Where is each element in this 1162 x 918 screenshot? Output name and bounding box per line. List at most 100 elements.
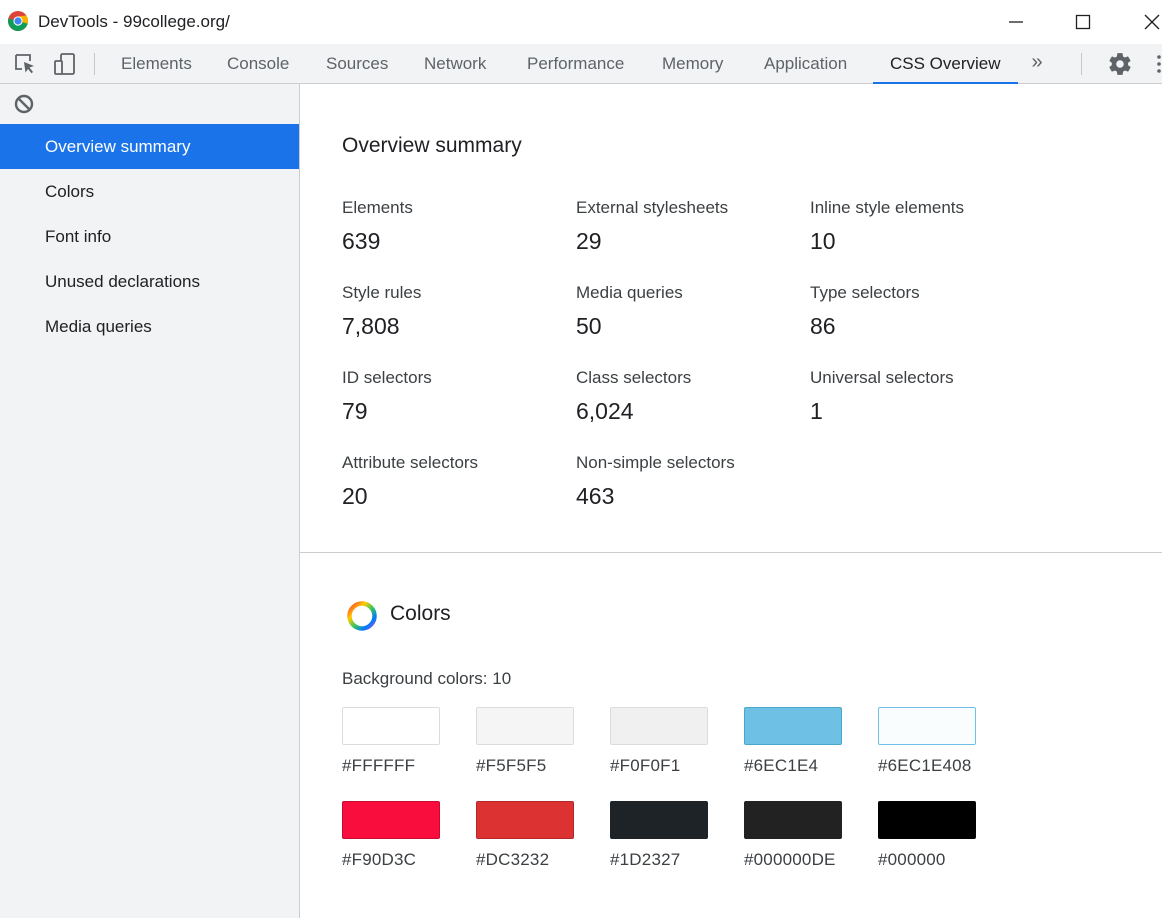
stat-value: 10 bbox=[810, 228, 836, 254]
tab-application[interactable]: Application bbox=[750, 44, 861, 83]
color-swatch-item: #FFFFFF bbox=[342, 707, 452, 776]
more-tabs-button[interactable]: » bbox=[1024, 44, 1050, 83]
stat-label: Non-simple selectors bbox=[576, 453, 735, 472]
maximize-button[interactable] bbox=[1069, 8, 1097, 36]
color-swatch[interactable] bbox=[610, 707, 708, 745]
color-swatch[interactable] bbox=[476, 707, 574, 745]
close-button[interactable] bbox=[1138, 8, 1162, 36]
window-title: DevTools - 99college.org/ bbox=[38, 12, 230, 31]
toolbar-divider bbox=[1081, 53, 1082, 75]
device-toolbar-icon bbox=[54, 53, 75, 75]
color-swatch-item: #1D2327 bbox=[610, 801, 720, 870]
stat-label: Type selectors bbox=[810, 283, 920, 302]
stat-value: 79 bbox=[342, 398, 368, 424]
stat-value: 6,024 bbox=[576, 398, 634, 424]
inspect-element-button[interactable] bbox=[12, 52, 38, 76]
color-swatch-item: #6EC1E408 bbox=[878, 707, 988, 776]
stat-label: Attribute selectors bbox=[342, 453, 479, 472]
title-bar: DevTools - 99college.org/ bbox=[0, 0, 1162, 44]
stat-value: 639 bbox=[342, 228, 381, 254]
stat-label: Elements bbox=[342, 198, 413, 217]
color-swatch[interactable] bbox=[342, 801, 440, 839]
stat-label: Inline style elements bbox=[810, 198, 965, 217]
color-swatch[interactable] bbox=[744, 707, 842, 745]
color-swatch-item: #F0F0F1 bbox=[610, 707, 720, 776]
stat-label: Universal selectors bbox=[810, 368, 954, 387]
stat-elements: Elements 639 bbox=[342, 197, 572, 255]
tab-console[interactable]: Console bbox=[213, 44, 303, 83]
color-swatch-item: #F90D3C bbox=[342, 801, 452, 870]
section-divider bbox=[300, 552, 1162, 553]
tab-elements[interactable]: Elements bbox=[107, 44, 206, 83]
color-swatch[interactable] bbox=[342, 707, 440, 745]
stat-inline-style-elements: Inline style elements 10 bbox=[810, 197, 1040, 255]
tab-sources[interactable]: Sources bbox=[312, 44, 402, 83]
colors-title: Colors bbox=[390, 602, 451, 625]
stat-style-rules: Style rules 7,808 bbox=[342, 282, 572, 340]
color-swatch-item: #000000DE bbox=[744, 801, 854, 870]
toolbar-divider bbox=[94, 53, 95, 75]
tab-network[interactable]: Network bbox=[410, 44, 500, 83]
stat-class-selectors: Class selectors 6,024 bbox=[576, 367, 806, 425]
color-swatch-label: #DC3232 bbox=[476, 850, 550, 869]
stat-value: 50 bbox=[576, 313, 602, 339]
color-swatch[interactable] bbox=[744, 801, 842, 839]
stat-type-selectors: Type selectors 86 bbox=[810, 282, 1040, 340]
stat-value: 1 bbox=[810, 398, 823, 424]
maximize-icon bbox=[1075, 14, 1091, 30]
color-swatch-item: #DC3232 bbox=[476, 801, 586, 870]
color-swatch[interactable] bbox=[610, 801, 708, 839]
stat-label: External stylesheets bbox=[576, 198, 729, 217]
tab-memory[interactable]: Memory bbox=[648, 44, 737, 83]
element-picker-icon bbox=[15, 54, 34, 74]
device-toolbar-button[interactable] bbox=[52, 52, 78, 76]
block-icon[interactable] bbox=[13, 93, 35, 115]
stat-label: Style rules bbox=[342, 283, 422, 302]
sidebar-item-unused-declarations[interactable]: Unused declarations bbox=[0, 259, 299, 304]
color-swatch[interactable] bbox=[476, 801, 574, 839]
color-wheel-icon bbox=[347, 601, 377, 631]
color-swatch-label: #000000 bbox=[878, 850, 946, 869]
stat-value: 20 bbox=[342, 483, 368, 509]
color-swatch-label: #000000DE bbox=[744, 850, 836, 869]
stat-label: Class selectors bbox=[576, 368, 692, 387]
stat-media-queries: Media queries 50 bbox=[576, 282, 806, 340]
sidebar-item-font-info[interactable]: Font info bbox=[0, 214, 299, 259]
color-swatch-item: #000000 bbox=[878, 801, 988, 870]
minimize-icon bbox=[1009, 21, 1023, 23]
color-swatch-label: #FFFFFF bbox=[342, 756, 416, 775]
chrome-logo-icon bbox=[8, 11, 29, 31]
gear-icon[interactable] bbox=[1107, 51, 1133, 77]
sidebar-item-overview-summary[interactable]: Overview summary bbox=[0, 124, 299, 169]
stat-non-simple-selectors: Non-simple selectors 463 bbox=[576, 452, 806, 510]
sidebar-item-colors[interactable]: Colors bbox=[0, 169, 299, 214]
tab-css-overview[interactable]: CSS Overview bbox=[873, 44, 1018, 84]
sidebar: Overview summary Colors Font info Unused… bbox=[0, 84, 300, 918]
color-swatch-label: #6EC1E408 bbox=[878, 756, 972, 775]
stat-universal-selectors: Universal selectors 1 bbox=[810, 367, 1040, 425]
kebab-menu-icon[interactable] bbox=[1155, 52, 1162, 76]
stat-label: Media queries bbox=[576, 283, 683, 302]
color-swatch-label: #F90D3C bbox=[342, 850, 417, 869]
overview-title: Overview summary bbox=[342, 134, 522, 157]
stat-value: 7,808 bbox=[342, 313, 400, 339]
color-swatch-item: #F5F5F5 bbox=[476, 707, 586, 776]
minimize-button[interactable] bbox=[1002, 8, 1030, 36]
color-swatch-label: #6EC1E4 bbox=[744, 756, 819, 775]
color-swatch[interactable] bbox=[878, 707, 976, 745]
color-swatch-label: #1D2327 bbox=[610, 850, 681, 869]
color-swatch[interactable] bbox=[878, 801, 976, 839]
sidebar-item-media-queries[interactable]: Media queries bbox=[0, 304, 299, 349]
color-swatch-label: #F0F0F1 bbox=[610, 756, 681, 775]
color-swatch-label: #F5F5F5 bbox=[476, 756, 547, 775]
stat-value: 463 bbox=[576, 483, 615, 509]
background-colors-label: Background colors: 10 bbox=[342, 669, 512, 688]
devtools-toolbar: Elements Console Sources Network Perform… bbox=[0, 44, 1162, 84]
color-swatch-item: #6EC1E4 bbox=[744, 707, 854, 776]
stat-attribute-selectors: Attribute selectors 20 bbox=[342, 452, 572, 510]
main-panel: Overview summary Elements 639 External s… bbox=[300, 84, 1162, 918]
stat-value: 29 bbox=[576, 228, 602, 254]
stat-value: 86 bbox=[810, 313, 836, 339]
tab-performance[interactable]: Performance bbox=[513, 44, 638, 83]
stat-id-selectors: ID selectors 79 bbox=[342, 367, 572, 425]
